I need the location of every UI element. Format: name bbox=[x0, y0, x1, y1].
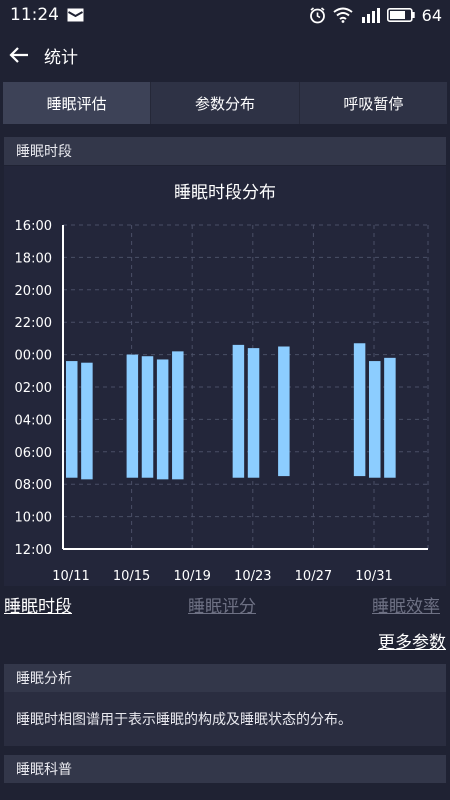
signal-icon bbox=[361, 8, 380, 23]
alarm-icon bbox=[309, 6, 325, 23]
sleep-bar bbox=[66, 361, 78, 478]
sleep-bar bbox=[156, 359, 169, 480]
y-tick-label: 02:00 bbox=[15, 381, 52, 396]
sub-tab-sleep-period[interactable]: 睡眠时段 bbox=[4, 592, 72, 617]
wifi-icon bbox=[333, 7, 353, 23]
y-tick-label: 18:00 bbox=[15, 251, 52, 266]
y-tick-label: 20:00 bbox=[15, 284, 52, 299]
y-tick-label: 06:00 bbox=[15, 446, 52, 461]
page-title: 统计 bbox=[44, 47, 78, 68]
y-tick-label: 22:00 bbox=[15, 316, 52, 331]
chart-title: 睡眠时段分布 bbox=[174, 183, 276, 203]
chart-canvas: 睡眠时段分布 16:00 18:00 20:00 22:00 00:00 02:00 04:0… bbox=[15, 183, 429, 584]
x-tick-label: 10/11 bbox=[52, 569, 89, 584]
y-tick-label: 00:00 bbox=[15, 349, 52, 364]
x-tick-label: 10/31 bbox=[355, 569, 392, 584]
tab-sleep-assessment[interactable]: 睡眠评估 bbox=[3, 82, 152, 124]
sleep-bar bbox=[172, 351, 184, 480]
back-arrow-icon[interactable] bbox=[8, 44, 30, 66]
x-tick-label: 10/23 bbox=[234, 569, 271, 584]
sleep-science-header: 睡眠科普 bbox=[4, 755, 446, 783]
x-tick-label: 10/19 bbox=[173, 569, 210, 584]
sleep-bar bbox=[369, 361, 381, 478]
sleep-bar bbox=[384, 357, 396, 478]
sleep-bar bbox=[278, 346, 290, 477]
chart-sub-tabs: 睡眠时段 睡眠评分 睡眠效率 bbox=[0, 592, 450, 620]
y-tick-label: 16:00 bbox=[15, 219, 52, 234]
sleep-period-chart: 睡眠时段分布 16:00 18:00 20:00 22:00 00:00 02:00 04:0… bbox=[4, 166, 446, 586]
sleep-bar bbox=[126, 354, 139, 478]
y-tick-label: 10:00 bbox=[15, 511, 52, 526]
battery-level: 64 bbox=[421, 5, 442, 25]
sleep-analysis-text: 睡眠时相图谱用于表示睡眠的构成及睡眠状态的分布。 bbox=[4, 692, 446, 746]
status-bar: 11:24 64 bbox=[0, 0, 450, 30]
sleep-period-header: 睡眠时段 bbox=[4, 137, 446, 165]
sleep-bar bbox=[141, 356, 154, 478]
y-tick-label: 08:00 bbox=[15, 478, 52, 493]
more-parameters-link[interactable]: 更多参数 bbox=[378, 628, 446, 653]
message-icon bbox=[67, 8, 84, 22]
sub-tab-sleep-efficiency[interactable]: 睡眠效率 bbox=[372, 592, 440, 617]
sub-tab-sleep-score[interactable]: 睡眠评分 bbox=[188, 592, 256, 617]
y-tick-label: 12:00 bbox=[15, 543, 52, 558]
tab-apnea[interactable]: 呼吸暂停 bbox=[300, 82, 447, 124]
tab-parameter-distribution[interactable]: 参数分布 bbox=[151, 82, 300, 124]
sleep-bar bbox=[247, 348, 260, 478]
battery-icon bbox=[386, 8, 415, 22]
y-tick-label: 04:00 bbox=[15, 413, 52, 428]
sleep-bar bbox=[81, 362, 93, 480]
tab-bar: 睡眠评估 参数分布 呼吸暂停 bbox=[3, 82, 447, 124]
app-bar: 统计 bbox=[0, 30, 450, 80]
x-tick-label: 10/27 bbox=[295, 569, 332, 584]
sleep-bar bbox=[232, 344, 245, 478]
sleep-analysis-header: 睡眠分析 bbox=[4, 664, 446, 692]
x-tick-label: 10/15 bbox=[113, 569, 150, 584]
sleep-bar bbox=[353, 343, 366, 477]
status-time: 11:24 bbox=[10, 5, 59, 25]
